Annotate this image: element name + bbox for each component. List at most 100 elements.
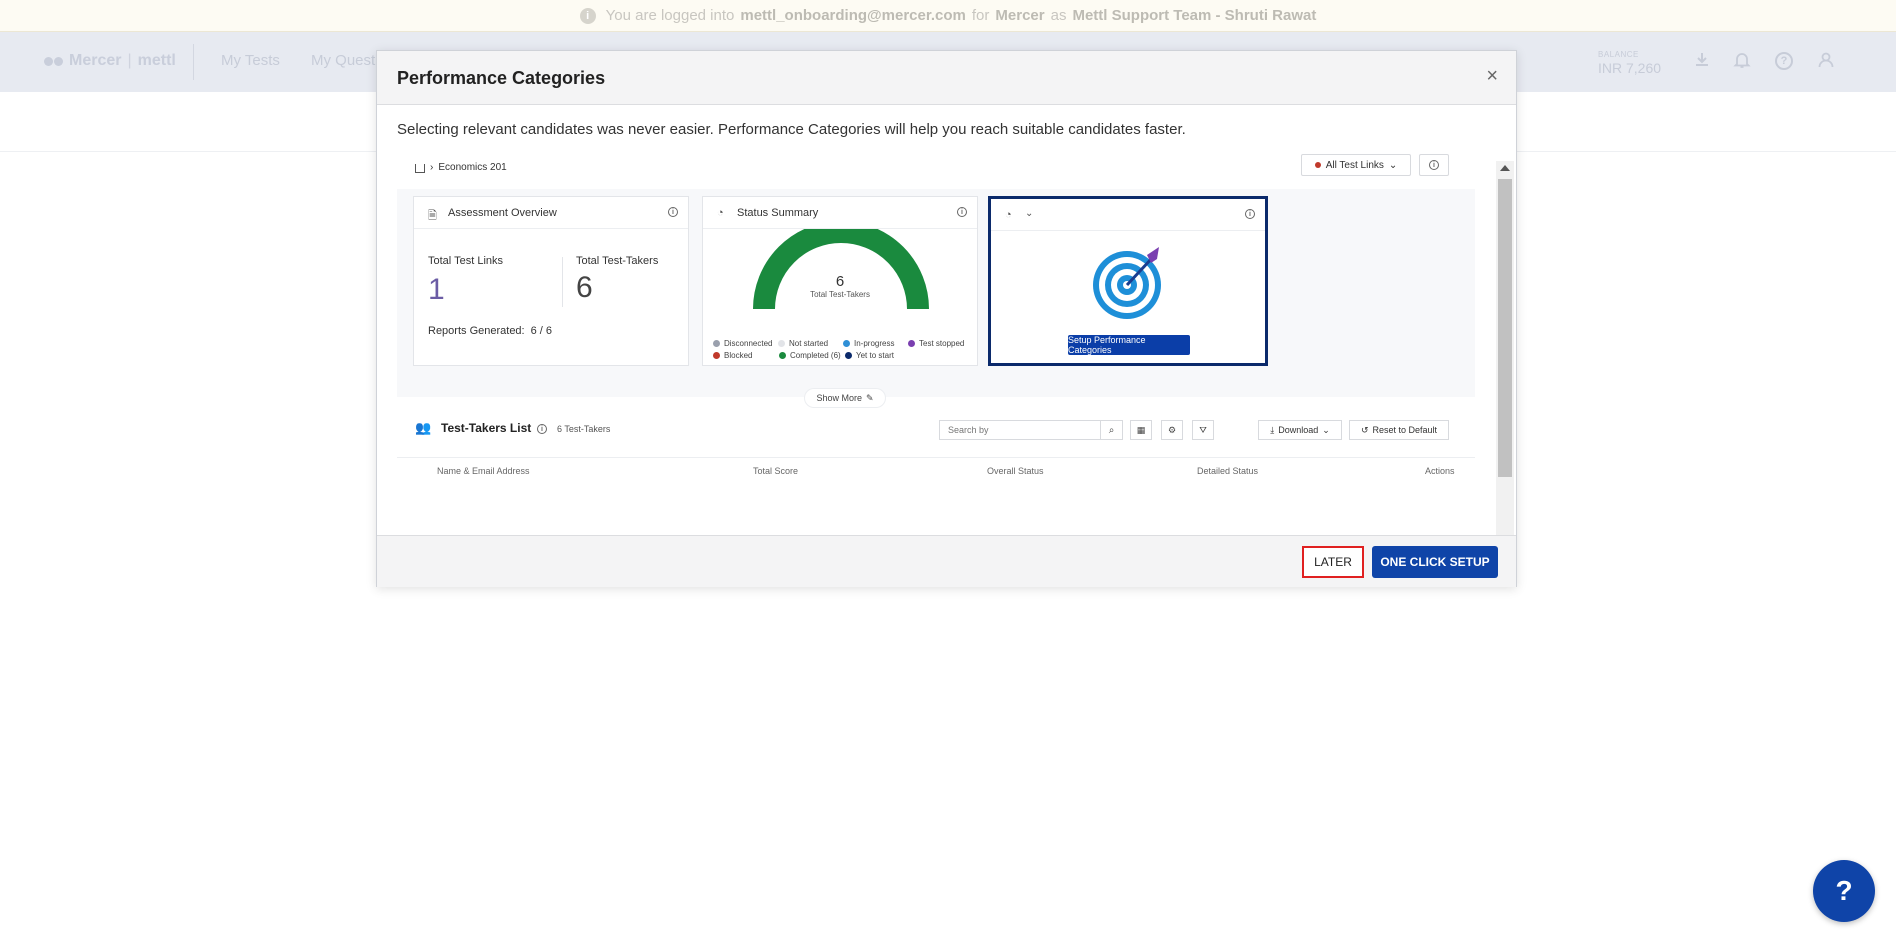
download-label: Download — [1278, 425, 1319, 435]
breadcrumb-assessment: Economics 201 — [438, 161, 507, 173]
modal-title: Performance Categories — [397, 68, 606, 88]
chevron-down-icon: ⌄ — [1322, 424, 1330, 435]
dashboard-cards-area: 🗎 Assessment Overview i Total Test Links… — [397, 189, 1475, 397]
card-header: ◔ Status Summary i — [703, 197, 977, 229]
balance-display: BALANCE INR 7,260 — [1598, 50, 1661, 76]
balance-value: INR 7,260 — [1598, 60, 1662, 76]
modal-intro-text: Selecting relevant candidates was never … — [397, 121, 1186, 138]
mercer-mettl-logo[interactable]: Mercer | mettl — [44, 52, 176, 70]
legend-label: Not started — [789, 339, 829, 348]
legend-dot — [779, 352, 786, 359]
dashboard-preview-image: › Economics 201 All Test Links ⌄ i 🗎 Ass… — [397, 149, 1475, 535]
legend-label: Blocked — [724, 351, 753, 360]
scroll-up-arrow-icon[interactable] — [1500, 165, 1510, 171]
card-header: ◔ ⌄ i — [991, 199, 1265, 231]
later-button[interactable]: LATER — [1302, 546, 1364, 578]
test-takers-list-title: Test-Takers List — [441, 421, 532, 435]
legend-label: Test stopped — [919, 339, 965, 348]
info-button: i — [1419, 154, 1449, 176]
table-header: Name & Email Address Total Score Overall… — [397, 457, 1475, 477]
modal-header: Performance Categories × — [377, 51, 1516, 105]
gear-icon: ⚙ — [1161, 420, 1183, 440]
reports-value: 6 / 6 — [530, 325, 553, 337]
pin-icon: ✎ — [865, 392, 874, 403]
assessment-overview-card: 🗎 Assessment Overview i Total Test Links… — [413, 196, 689, 366]
modal-body: Selecting relevant candidates was never … — [377, 105, 1516, 535]
legend-dot — [908, 340, 915, 347]
legend-item: In-progress — [843, 339, 908, 348]
column-header: Detailed Status — [1197, 466, 1259, 476]
download-dropdown: ⤓ Download ⌄ — [1258, 420, 1342, 440]
info-icon: i — [957, 207, 967, 217]
legend-item: Disconnected — [713, 339, 778, 348]
all-test-links-dropdown: All Test Links ⌄ — [1301, 154, 1411, 176]
total-test-takers-value: 6 — [576, 271, 593, 304]
banner-company: Mercer — [995, 7, 1045, 24]
help-circle-icon[interactable]: ? — [1775, 52, 1793, 70]
header-divider — [193, 44, 194, 80]
help-chat-button[interactable]: ? — [1813, 860, 1875, 922]
legend-dot — [713, 340, 720, 347]
show-more-label: Show More — [816, 393, 862, 403]
breadcrumb: › Economics 201 — [415, 161, 507, 173]
legend-label: Disconnected — [724, 339, 773, 348]
show-more-button: Show More ✎ — [805, 389, 885, 407]
search-input: Search by — [939, 420, 1101, 440]
info-icon: i — [668, 207, 678, 217]
filter-icon: ⛛ — [1192, 420, 1214, 440]
setup-performance-categories-button: Setup Performance Categories — [1068, 335, 1190, 355]
login-info-banner: i You are logged into mettl_onboarding@m… — [0, 0, 1896, 32]
download-icon[interactable] — [1690, 48, 1714, 72]
test-takers-list-header: 👥 Test-Takers List i 6 Test-Takers Searc… — [397, 411, 1475, 449]
user-icon[interactable] — [1814, 48, 1838, 72]
mercer-logo-icon — [44, 56, 63, 66]
performance-categories-modal: Performance Categories × Selecting relev… — [376, 50, 1517, 587]
reset-label: Reset to Default — [1372, 425, 1438, 435]
modal-scrollbar[interactable] — [1496, 161, 1514, 535]
chevron-right-icon: › — [430, 161, 434, 173]
legend-dot — [845, 352, 852, 359]
info-icon: i — [1429, 160, 1439, 170]
total-test-links-label: Total Test Links — [428, 255, 504, 267]
card-title: Assessment Overview — [448, 207, 557, 219]
legend-label: Yet to start — [856, 351, 894, 360]
legend-dot — [843, 340, 850, 347]
logo-mettl-text: mettl — [137, 52, 176, 69]
close-icon[interactable]: × — [1486, 65, 1498, 88]
legend-label: Completed (6) — [790, 351, 841, 360]
reports-generated: Reports Generated: 6 / 6 — [428, 325, 552, 337]
all-test-links-label: All Test Links — [1325, 159, 1384, 171]
nav-my-tests[interactable]: My Tests — [221, 52, 280, 69]
legend-label: In-progress — [854, 339, 895, 348]
bell-icon[interactable] — [1730, 48, 1754, 72]
column-header: Actions — [1425, 466, 1455, 476]
card-header: 🗎 Assessment Overview i — [414, 197, 688, 229]
banner-for: for — [971, 7, 990, 24]
home-icon — [415, 164, 425, 173]
download-icon: ⤓ — [1270, 424, 1275, 435]
divider — [562, 257, 563, 307]
legend-dot — [713, 352, 720, 359]
column-header: Overall Status — [987, 466, 1044, 476]
banner-as: as — [1050, 7, 1067, 24]
pie-chart-icon: ◔ — [1005, 209, 1012, 221]
info-icon: i — [579, 7, 596, 24]
legend-item: Completed (6) — [779, 351, 845, 360]
chevron-down-icon: ⌄ — [1388, 159, 1398, 171]
total-test-takers-label: Total Test-Takers — [576, 255, 659, 267]
reports-label: Reports Generated: — [428, 325, 525, 337]
nav-my-questions[interactable]: My Quest — [311, 52, 375, 69]
logo-mercer-text: Mercer — [69, 52, 122, 69]
info-icon: i — [1245, 209, 1255, 219]
status-legend: Disconnected Not started In-progress Tes… — [713, 339, 973, 363]
total-test-links-value: 1 — [428, 273, 445, 306]
gauge-center-label: Total Test-Takers — [810, 290, 870, 299]
chevron-down-icon: ⌄ — [1025, 208, 1034, 219]
scroll-thumb[interactable] — [1498, 179, 1512, 477]
reset-icon: ↺ — [1360, 424, 1369, 435]
status-summary-card: ◔ Status Summary i 6 Total Test-Takers D… — [702, 196, 978, 366]
reset-to-default-button: ↺ Reset to Default — [1349, 420, 1449, 440]
one-click-setup-button[interactable]: ONE CLICK SETUP — [1372, 546, 1498, 578]
target-icon — [1093, 247, 1161, 319]
gauge-center-value: 6 — [835, 273, 845, 290]
